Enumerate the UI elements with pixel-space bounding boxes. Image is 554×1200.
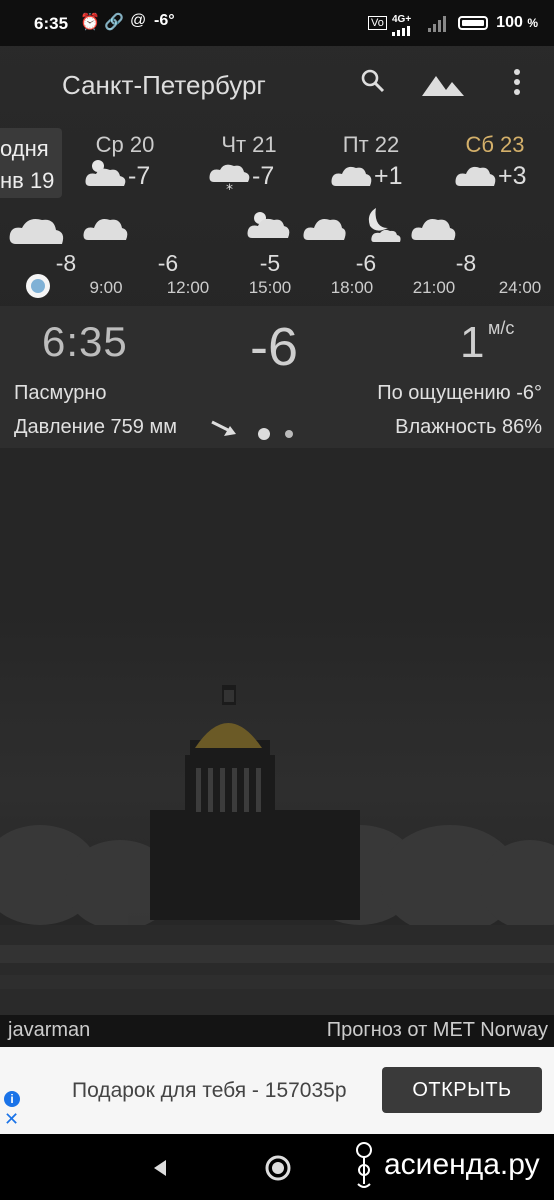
ad-open-button[interactable]: ОТКРЫТЬ — [382, 1067, 542, 1113]
hour-time: 18:00 — [330, 278, 374, 297]
cloud-icon — [303, 219, 346, 240]
day-temp: +3 — [498, 162, 527, 190]
day-item[interactable]: Чт 21 * -7 — [194, 126, 304, 198]
hour-time: 21:00 — [412, 278, 456, 297]
partly-cloudy-icon — [247, 212, 290, 238]
day-item[interactable]: Пт 22 +1 — [316, 126, 426, 198]
search-icon[interactable] — [360, 68, 386, 94]
day-temp: +1 — [374, 162, 403, 190]
photo-author-link[interactable]: javarman — [8, 1019, 90, 1042]
link-icon: 🔗 — [104, 14, 124, 31]
ad-close-icon[interactable]: ✕ — [4, 1109, 19, 1130]
hour-temp: -6 — [355, 250, 377, 276]
signal-icon-2 — [428, 16, 446, 32]
system-nav-bar: асиенда.ру — [0, 1134, 554, 1200]
back-icon[interactable] — [150, 1158, 170, 1178]
current-time: 6:35 — [42, 318, 128, 365]
day-item[interactable]: Сб 23 +3 — [440, 126, 550, 198]
current-temperature: -6 — [250, 317, 299, 377]
ad-text[interactable]: Подарок для тебя - 157035р — [72, 1079, 382, 1103]
signal-icon — [392, 26, 410, 36]
watermark-logo-icon — [356, 1142, 372, 1188]
cloud-icon — [331, 166, 372, 186]
cloud-icon — [455, 166, 496, 186]
app-header: Санкт-Петербург — [0, 46, 554, 126]
hourly-forecast[interactable]: -8 -6 -5 -6 -8 9:00 12:00 15:00 18:00 21… — [0, 200, 554, 300]
status-time: 6:35 — [34, 14, 69, 33]
today-label: одня — [0, 136, 49, 161]
ad-info-icon[interactable]: i — [4, 1091, 20, 1107]
hour-temp: -5 — [259, 250, 281, 276]
daily-forecast-strip: одня нв 19 Ср 20 -7 Чт 21 * -7 Пт 22 +1 … — [0, 126, 554, 200]
snow-icon: * — [209, 164, 250, 194]
today-date: нв 19 — [0, 168, 55, 193]
hour-time: 9:00 — [89, 278, 123, 297]
status-temp: -6° — [154, 12, 175, 29]
page-indicator-dot[interactable] — [285, 430, 293, 438]
pressure-trend-arrow-icon — [211, 420, 236, 436]
day-temp: -7 — [252, 162, 275, 190]
page-indicator-dot-active[interactable] — [258, 428, 270, 440]
day-name: Сб 23 — [465, 132, 525, 157]
alarm-icon: ⏰ — [80, 14, 100, 31]
day-item[interactable]: Ср 20 -7 — [70, 126, 180, 198]
cloud-icon — [83, 219, 128, 240]
status-bar: 6:35 ⏰ 🔗 @ -6° Vo 4G+ 100 % — [0, 0, 554, 46]
watermark-text: асиенда.ру — [384, 1148, 540, 1181]
day-today[interactable]: одня нв 19 — [0, 128, 62, 198]
current-conditions-panel[interactable]: 6:35 -6 1 м/с Пасмурно По ощущению -6° Д… — [0, 306, 554, 448]
hour-time: 12:00 — [166, 278, 210, 297]
landscape-icon[interactable] — [422, 72, 464, 96]
ad-banner[interactable]: Подарок для тебя - 157035р ОТКРЫТЬ i ✕ — [0, 1047, 554, 1134]
network-label: 4G+ — [392, 14, 412, 25]
forecast-source-link[interactable]: Прогноз от MET Norway — [327, 1019, 548, 1042]
day-temp: -7 — [128, 162, 151, 190]
now-indicator — [26, 274, 50, 298]
cathedral-silhouette — [0, 685, 554, 1015]
cloud-icon — [9, 219, 64, 244]
partly-cloudy-icon — [85, 160, 126, 186]
day-name: Пт 22 — [342, 132, 400, 157]
hour-time: 15:00 — [248, 278, 292, 297]
day-name: Ср 20 — [95, 132, 155, 157]
volte-icon: Vo — [368, 16, 387, 30]
humidity: Влажность 86% — [395, 416, 542, 438]
cloud-icon — [411, 219, 456, 240]
wind-unit: м/с — [488, 318, 515, 338]
home-icon[interactable] — [264, 1154, 292, 1182]
day-name: Чт 21 — [221, 132, 277, 157]
pressure: Давление 759 мм — [14, 416, 177, 438]
night-cloud-icon — [368, 208, 401, 242]
battery-level: 100 % — [496, 14, 538, 31]
hour-temp: -8 — [455, 250, 477, 276]
hour-temp: -8 — [55, 250, 77, 276]
city-title[interactable]: Санкт-Петербург — [62, 70, 266, 101]
hour-temp: -6 — [157, 250, 179, 276]
feels-like: По ощущению -6° — [377, 382, 542, 404]
svg-text:*: * — [226, 182, 233, 194]
at-icon: @ — [130, 12, 147, 29]
hour-time: 24:00 — [498, 278, 542, 297]
more-vert-icon[interactable] — [512, 68, 522, 96]
weather-condition: Пасмурно — [14, 382, 107, 404]
credits-bar: javarman Прогноз от MET Norway — [0, 1015, 554, 1047]
wind-speed: 1 — [460, 318, 485, 367]
battery-icon — [458, 16, 488, 30]
